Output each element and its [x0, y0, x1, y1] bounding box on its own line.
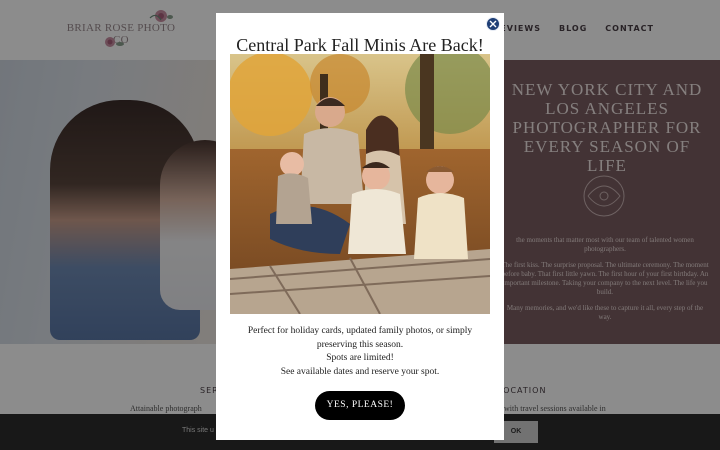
close-icon — [489, 20, 497, 28]
promo-modal: Central Park Fall Minis Are Back! Perfec… — [216, 13, 504, 440]
family-photo — [230, 54, 490, 314]
modal-copy: Perfect for holiday cards, updated famil… — [230, 325, 490, 379]
yes-please-button[interactable]: YES, PLEASE! — [315, 391, 405, 420]
modal-copy-line: Spots are limited! — [326, 353, 394, 363]
modal-copy-line: See available dates and reserve your spo… — [280, 366, 440, 377]
close-button[interactable] — [486, 17, 500, 31]
modal-title: Central Park Fall Minis Are Back! — [236, 35, 484, 55]
modal-copy-line: preserving this season. — [316, 339, 404, 350]
modal-copy-line: Perfect for holiday cards, updated famil… — [247, 326, 473, 336]
family-photo-illustration — [230, 54, 490, 314]
